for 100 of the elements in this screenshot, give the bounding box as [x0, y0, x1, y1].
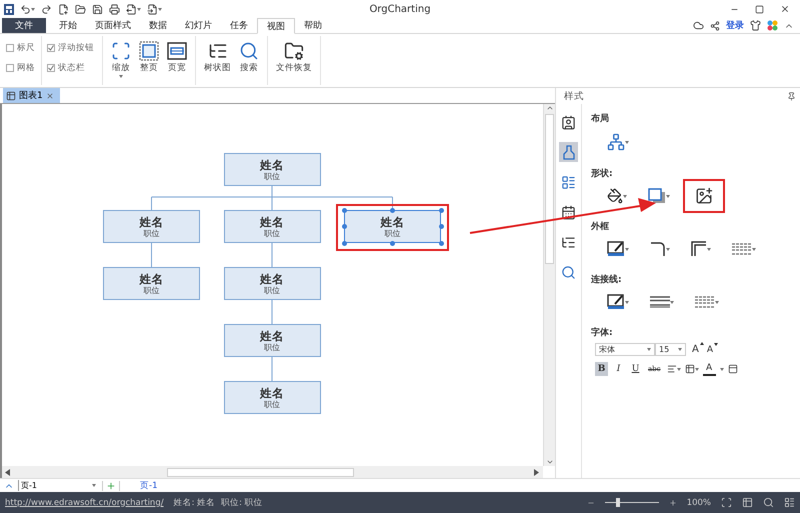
- caret-icon: [31, 8, 35, 10]
- caret-icon: [676, 368, 681, 370]
- zoom-in-icon[interactable]: [668, 498, 677, 506]
- undo-button[interactable]: [20, 4, 35, 14]
- font-size-select[interactable]: 15: [655, 343, 686, 356]
- shirt-icon[interactable]: [750, 20, 761, 31]
- org-node[interactable]: 姓名 职位: [224, 210, 320, 243]
- pin-icon[interactable]: [787, 92, 796, 100]
- checkbox[interactable]: 网格: [6, 62, 35, 74]
- close-icon: [780, 4, 790, 14]
- export-button[interactable]: [126, 4, 141, 14]
- align-button[interactable]: [666, 364, 681, 374]
- menu-tab[interactable]: 文件: [2, 18, 46, 33]
- maximize-button[interactable]: [755, 4, 764, 14]
- org-node[interactable]: 姓名 职位: [224, 381, 320, 414]
- document-icon: [6, 90, 16, 100]
- checkbox[interactable]: 浮动按钮: [47, 42, 94, 54]
- save-icon[interactable]: [92, 4, 103, 14]
- org-node[interactable]: 姓名 职位: [344, 210, 441, 243]
- import-button[interactable]: [147, 4, 162, 14]
- menu-tab[interactable]: 帮助: [295, 18, 331, 33]
- close-icon: [46, 92, 54, 100]
- import-icon: [147, 4, 158, 14]
- text-style-button[interactable]: B: [595, 362, 608, 376]
- scroll-down-icon[interactable]: [546, 458, 554, 466]
- undo-icon: [20, 4, 31, 14]
- caret-icon: [720, 368, 724, 370]
- menu-tab[interactable]: 页面样式: [86, 18, 140, 33]
- text-style-button[interactable]: U: [629, 362, 642, 376]
- scroll-thumb[interactable]: [545, 114, 554, 264]
- login-link[interactable]: 登录: [726, 19, 744, 32]
- page-tab[interactable]: 页-1: [134, 478, 164, 492]
- rounded-corner-icon: [650, 241, 666, 257]
- menu-tab[interactable]: 视图: [257, 18, 295, 34]
- open-folder-icon[interactable]: [75, 4, 86, 14]
- scroll-up-icon[interactable]: [546, 104, 554, 112]
- menu-tab[interactable]: 开始: [50, 18, 86, 33]
- caret-icon: [666, 194, 670, 198]
- scroll-right-icon[interactable]: [534, 468, 540, 476]
- ribbon-button[interactable]: 搜索: [237, 38, 261, 83]
- org-node[interactable]: 姓名 职位: [224, 267, 320, 300]
- list-icon: [561, 174, 576, 190]
- line-weight-icon: [650, 296, 670, 308]
- ribbon-button[interactable]: 页宽: [165, 38, 189, 83]
- caret-icon: [694, 368, 699, 370]
- new-file-icon[interactable]: [58, 4, 69, 14]
- grow-font-button[interactable]: A: [690, 344, 701, 355]
- page-select[interactable]: 页-1: [18, 480, 98, 491]
- redo-button[interactable]: [41, 4, 52, 14]
- apps-icon[interactable]: [767, 20, 778, 31]
- scroll-thumb[interactable]: [167, 468, 354, 476]
- caret-icon: [752, 248, 756, 250]
- align-icon: [666, 364, 677, 374]
- page-width-icon: [167, 41, 187, 61]
- contact-card-icon: [561, 114, 576, 130]
- shrink-font-button[interactable]: A: [704, 344, 716, 354]
- font-color-button[interactable]: A: [702, 362, 716, 376]
- ribbon-button[interactable]: 缩放: [109, 38, 133, 83]
- print-icon[interactable]: [109, 4, 120, 14]
- menu-tab[interactable]: 幻灯片: [176, 18, 221, 33]
- font-family-select[interactable]: 宋体: [595, 343, 655, 356]
- ribbon-button[interactable]: 整页: [137, 38, 161, 83]
- style-tool-button[interactable]: [683, 179, 725, 213]
- calendar-icon: [561, 204, 576, 220]
- share-icon[interactable]: [710, 20, 720, 30]
- section-label: 外框: [591, 220, 610, 233]
- org-node[interactable]: 姓名 职位: [224, 324, 320, 357]
- spacing-button[interactable]: [684, 364, 699, 374]
- section-label: 连接线:: [591, 273, 623, 286]
- status-field: 姓名: 姓名: [174, 496, 216, 508]
- connector-line: [151, 242, 152, 268]
- check-icon: [48, 45, 54, 51]
- caret-icon: [715, 300, 719, 304]
- org-node[interactable]: 姓名 职位: [103, 210, 200, 243]
- org-node[interactable]: 姓名 职位: [224, 153, 320, 186]
- caret-icon: [678, 348, 682, 351]
- close-button[interactable]: [780, 4, 790, 14]
- caret-icon: [92, 484, 96, 487]
- scroll-left-icon[interactable]: [5, 468, 11, 476]
- check-icon: [48, 65, 54, 71]
- zoom-icon[interactable]: [763, 497, 774, 508]
- document-tab[interactable]: 图表1: [3, 88, 60, 103]
- website-link[interactable]: http://www.edrawsoft.cn/orgcharting/: [5, 498, 164, 508]
- menu-tab[interactable]: 数据: [140, 18, 176, 33]
- fit-page-icon[interactable]: [721, 497, 732, 508]
- search-icon: [239, 41, 259, 61]
- checkbox[interactable]: 标尺: [6, 42, 35, 54]
- checkbox[interactable]: 状态栏: [47, 62, 94, 74]
- org-node[interactable]: 姓名 职位: [103, 267, 200, 300]
- caret-icon: [137, 8, 141, 10]
- ribbon-button[interactable]: 文件恢复: [274, 38, 314, 83]
- menu-tab[interactable]: 任务: [221, 18, 257, 33]
- text-box-icon[interactable]: [728, 364, 738, 374]
- ribbon-button[interactable]: 树状图: [202, 38, 233, 83]
- slider-thumb[interactable]: [616, 498, 620, 507]
- cloud-icon[interactable]: [693, 20, 704, 31]
- org-layout-icon: [607, 133, 625, 151]
- window-title: OrgCharting: [368, 4, 432, 14]
- section-label: 形状:: [591, 168, 614, 180]
- text-style-button[interactable]: I: [612, 362, 625, 376]
